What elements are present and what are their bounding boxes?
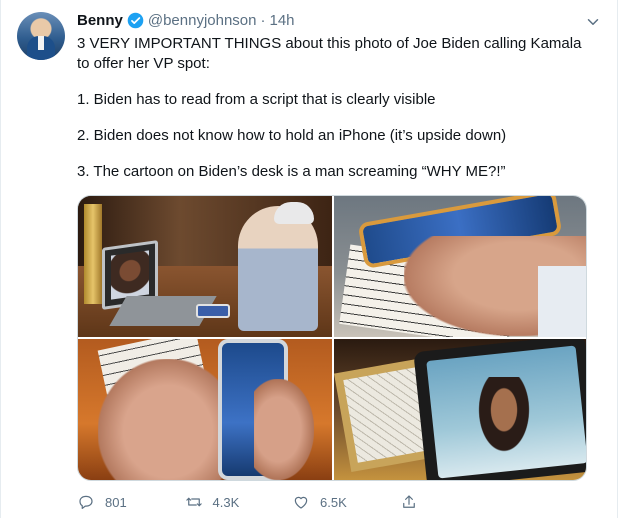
separator-dot: · [260, 11, 266, 29]
media-grid [77, 195, 587, 481]
tweet-text: 3 VERY IMPORTANT THINGS about this photo… [77, 34, 597, 182]
tweet-header: Benny @bennyjohnson · 14h [77, 10, 295, 30]
tweet-paragraph: 2. Biden does not know how to hold an iP… [77, 127, 507, 144]
avatar[interactable] [17, 12, 65, 60]
photo-iphone-closeup[interactable] [334, 196, 586, 337]
share-button[interactable] [400, 493, 508, 511]
tweet-card[interactable]: Benny @bennyjohnson · 14h 3 VERY IMPORTA… [0, 0, 618, 518]
heart-icon [294, 496, 308, 509]
avatar-shirt [38, 36, 44, 50]
chevron-down-icon[interactable] [583, 12, 603, 32]
tweet-actions: 801 4.3K 6.5K [77, 492, 507, 512]
tweet-paragraph: 3 VERY IMPORTANT THINGS about this photo… [77, 35, 582, 72]
retweet-count: 4.3K [212, 494, 240, 510]
retweet-icon [185, 497, 202, 507]
photo-biden-at-desk[interactable] [78, 196, 332, 337]
reply-count: 801 [105, 494, 127, 510]
reply-button[interactable]: 801 [77, 493, 185, 511]
tweet-paragraph: 1. Biden has to read from a script that … [77, 91, 436, 108]
reply-icon [79, 495, 93, 509]
tweet-paragraph: 3. The cartoon on Biden’s desk is a man … [77, 163, 506, 180]
tweet-timestamp[interactable]: 14h [269, 12, 294, 29]
retweet-button[interactable]: 4.3K [185, 493, 293, 511]
verified-badge-icon [127, 12, 144, 29]
photo-cartoon-and-kamala[interactable] [334, 339, 586, 480]
share-icon [402, 495, 415, 508]
like-button[interactable]: 6.5K [292, 493, 400, 511]
photo-script-and-phone[interactable] [78, 339, 332, 480]
like-count: 6.5K [320, 494, 347, 510]
author-handle[interactable]: @bennyjohnson [148, 12, 257, 29]
author-name[interactable]: Benny [77, 12, 123, 29]
